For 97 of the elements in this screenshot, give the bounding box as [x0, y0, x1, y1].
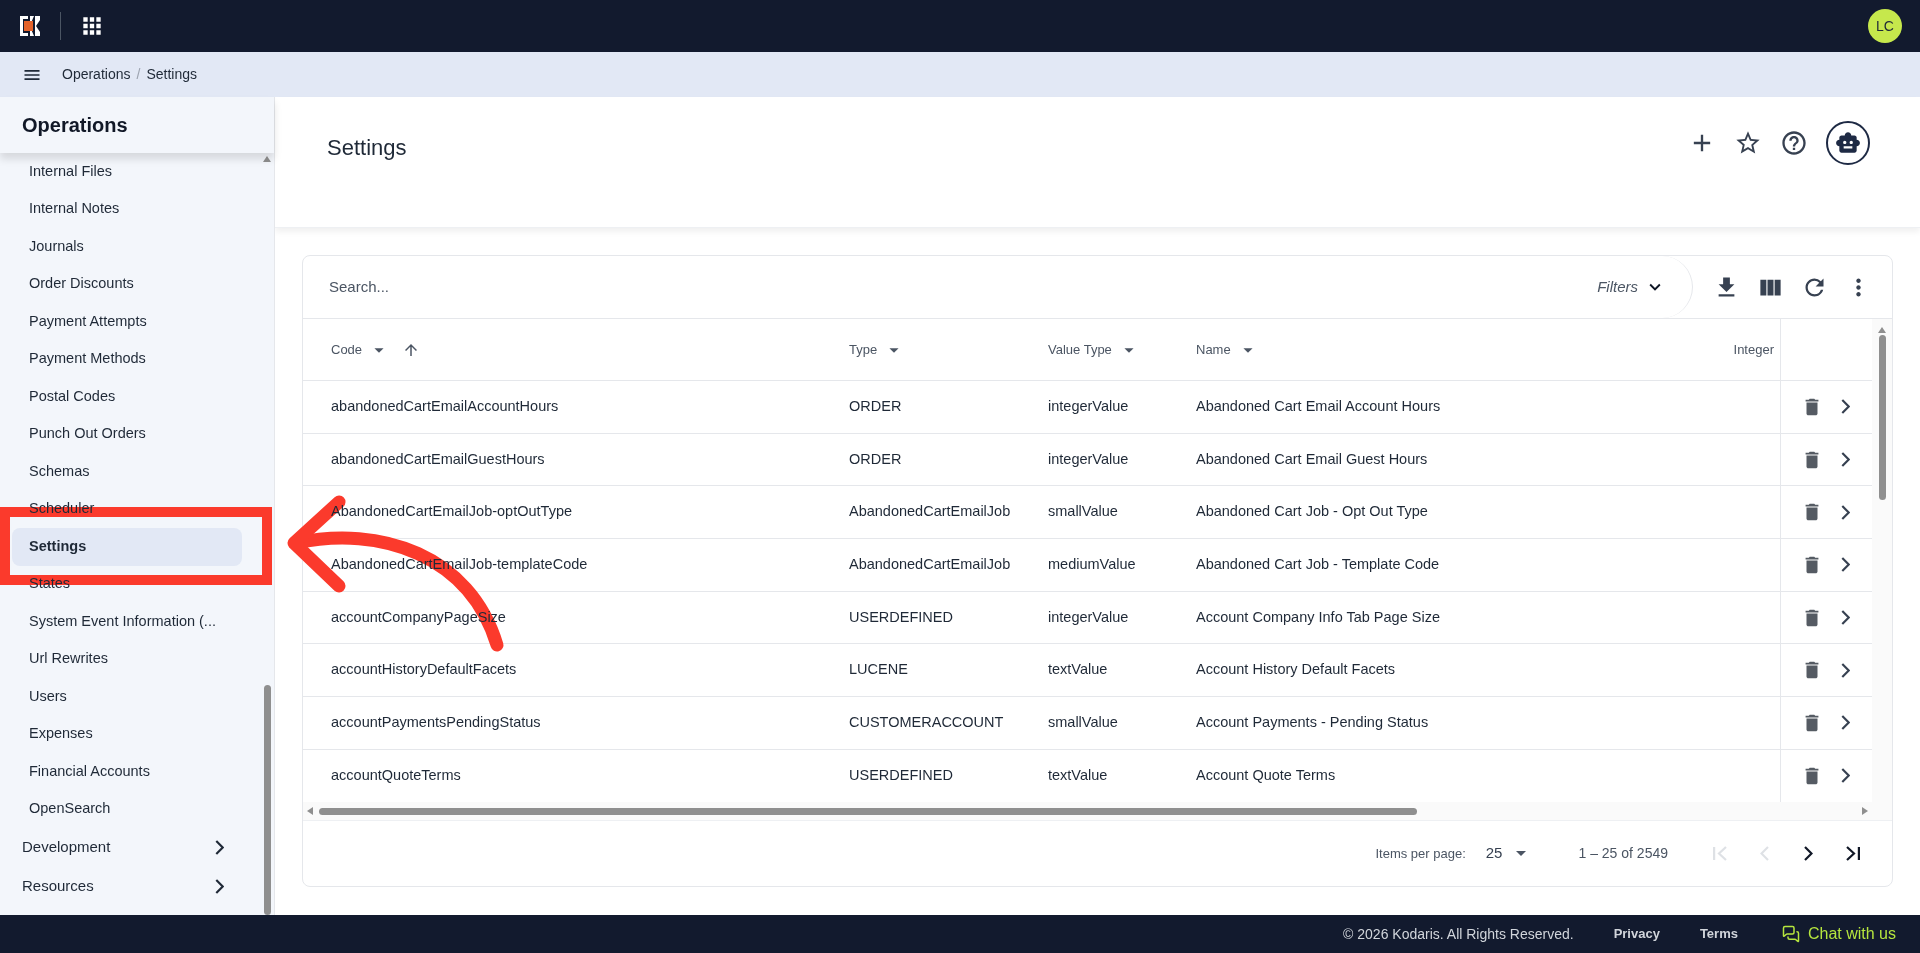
table-cell-text: integerValue	[1048, 396, 1129, 416]
table-cell-text: accountPaymentsPendingStatus	[331, 713, 541, 733]
table-cell-text: AbandonedCartEmailJob	[849, 555, 1011, 575]
table-cell-text: ORDER	[849, 449, 902, 469]
page-title: Settings	[326, 134, 407, 162]
scroll-up-arrow[interactable]	[1878, 327, 1886, 333]
breadcrumb-link[interactable]: Operations	[62, 64, 131, 85]
chevron-right-icon[interactable]	[1841, 610, 1850, 626]
breadcrumb-link[interactable]: Settings	[146, 64, 197, 85]
chevron-right-icon	[215, 879, 224, 894]
table-cell-text: abandonedCartEmailGuestHours	[331, 449, 545, 469]
sidebar-item[interactable]: Settings	[12, 528, 242, 566]
table-row[interactable]: abandonedCartEmailAccountHours ORDER integerValue Abandoned Cart Email Account Hours	[303, 381, 1872, 434]
table-cell-text: textValue	[1048, 660, 1108, 680]
table-row[interactable]: accountHistoryDefaultFacets LUCENE textValue Account History Default Facets	[303, 644, 1872, 698]
table-cell-text: ORDER	[849, 396, 902, 416]
sidebar-section[interactable]: Resources	[0, 867, 254, 906]
chevron-right-icon[interactable]	[1841, 557, 1850, 573]
chevron-right-icon[interactable]	[1841, 452, 1850, 468]
sidebar-item[interactable]: Url Rewrites	[12, 640, 242, 678]
items-per-page-label: Items per page:	[1375, 844, 1466, 863]
sidebar-item[interactable]: System Event Information (...	[12, 603, 242, 641]
scrollbar-thumb[interactable]	[263, 685, 271, 915]
user-avatar[interactable]: LC	[1868, 9, 1902, 43]
table-cell-text: integerValue	[1048, 449, 1129, 469]
table-cell-text: AbandonedCartEmailJob	[849, 502, 1011, 522]
column-header[interactable]: Integer	[1733, 339, 1774, 360]
vertical-scrollbar[interactable]	[1872, 319, 1892, 820]
sidebar-item[interactable]: Order Discounts	[12, 265, 242, 303]
robot-icon	[1835, 130, 1861, 156]
chevron-right-icon[interactable]	[1841, 399, 1850, 415]
column-header[interactable]: Value Type	[1048, 339, 1112, 360]
scroll-right-arrow[interactable]	[1862, 807, 1868, 815]
chat-icon	[1781, 925, 1800, 943]
table-cell-text: CUSTOMERACCOUNT	[849, 713, 1004, 733]
table-cell-text: accountHistoryDefaultFacets	[331, 660, 517, 680]
chevron-right-icon[interactable]	[1841, 504, 1850, 520]
breadcrumb-separator: /	[136, 65, 141, 84]
column-header[interactable]: Code	[331, 339, 363, 360]
table-cell-text: smallValue	[1048, 502, 1118, 522]
scroll-left-arrow[interactable]	[307, 807, 313, 815]
table-cell-text: Abandoned Cart Job - Opt Out Type	[1196, 502, 1428, 522]
table-cell-text: Account Company Info Tab Page Size	[1196, 607, 1440, 627]
sidebar-scrollbar[interactable]	[262, 153, 272, 915]
table-cell-text: Abandoned Cart Email Guest Hours	[1196, 449, 1428, 469]
search-field[interactable]: Search... Filters	[303, 256, 1693, 318]
chevron-right-icon[interactable]	[1841, 715, 1850, 731]
sidebar-item[interactable]: Users	[12, 678, 242, 716]
table-cell-text: smallValue	[1048, 713, 1118, 733]
column-header[interactable]: Name	[1196, 339, 1231, 360]
sidebar-item[interactable]: Internal Files	[12, 153, 242, 191]
scrollbar-thumb[interactable]	[319, 807, 1417, 815]
logo-icon	[18, 14, 42, 38]
footer-link[interactable]: Privacy	[1613, 924, 1660, 944]
table-cell-text: Account History Default Facets	[1196, 660, 1396, 680]
sidebar-item[interactable]: Payment Methods	[12, 340, 242, 378]
column-header[interactable]: Type	[849, 339, 878, 360]
page-range: 1 – 25 of 2549	[1578, 844, 1668, 863]
dropdown-icon	[1516, 851, 1527, 856]
table-cell-text: Abandoned Cart Email Account Hours	[1196, 396, 1441, 416]
items-per-page-select[interactable]: 25	[1485, 842, 1527, 865]
chevron-right-icon[interactable]	[1841, 768, 1850, 784]
sidebar-item[interactable]: Financial Accounts	[12, 753, 242, 791]
table-row[interactable]: abandonedCartEmailGuestHours ORDER integerValue Abandoned Cart Email Guest Hours	[303, 433, 1872, 487]
sidebar-item[interactable]: Schemas	[12, 453, 242, 491]
table-cell-text: mediumValue	[1048, 555, 1136, 575]
sidebar-item[interactable]: Internal Notes	[12, 190, 242, 228]
sidebar-item[interactable]: OpenSearch	[12, 790, 242, 828]
chevron-right-icon	[215, 840, 224, 855]
chevron-right-icon[interactable]	[1841, 662, 1850, 678]
table-cell-text: USERDEFINED	[849, 607, 953, 627]
filters-button[interactable]: Filters	[1597, 275, 1666, 299]
table-cell-text: accountQuoteTerms	[331, 765, 461, 785]
horizontal-scrollbar[interactable]	[303, 802, 1872, 820]
assistant-button[interactable]	[1826, 121, 1870, 165]
scrollbar-thumb[interactable]	[1878, 335, 1886, 500]
copyright-text: © 2026 Kodaris. All Rights Reserved.	[1343, 924, 1574, 944]
table-cell-text: Account Quote Terms	[1196, 765, 1336, 785]
sidebar-item[interactable]: Payment Attempts	[12, 303, 242, 341]
table-cell-text: textValue	[1048, 765, 1108, 785]
scroll-up-arrow[interactable]	[263, 156, 271, 162]
help-icon[interactable]	[1780, 129, 1808, 157]
footer-link[interactable]: Terms	[1699, 924, 1738, 944]
sidebar-item[interactable]: Punch Out Orders	[12, 415, 242, 453]
table-row[interactable]: accountPaymentsPendingStatus CUSTOMERACCOUNT smallValue Account Payments - Pending Status	[303, 697, 1872, 750]
sidebar-section[interactable]: Development	[0, 828, 254, 867]
sidebar-item[interactable]: Postal Codes	[12, 378, 242, 416]
table-cell-text: Account Payments - Pending Status	[1196, 713, 1429, 733]
table-cell-text: integerValue	[1048, 607, 1129, 627]
table-cell-text: LUCENE	[849, 660, 908, 680]
sidebar-item[interactable]: Expenses	[12, 715, 242, 753]
table-cell-text: abandonedCartEmailAccountHours	[331, 396, 559, 416]
chat-link[interactable]: Chat with us	[1781, 922, 1896, 946]
sidebar-title: Operations	[22, 113, 128, 138]
table-cell-text: Abandoned Cart Job - Template Code	[1196, 555, 1440, 575]
sidebar-item[interactable]: Journals	[12, 228, 242, 266]
table-cell-text: USERDEFINED	[849, 765, 953, 785]
